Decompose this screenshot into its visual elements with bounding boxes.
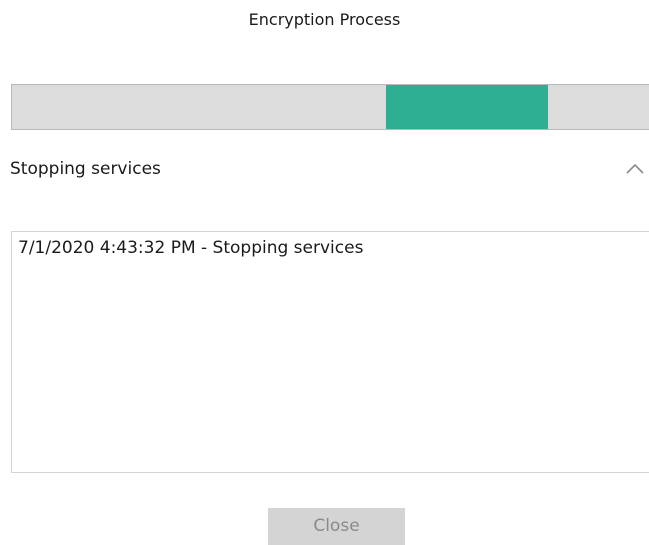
log-textbox[interactable]: 7/1/2020 4:43:32 PM - Stopping services <box>11 231 649 473</box>
status-label: Stopping services <box>10 159 161 179</box>
progress-bar <box>11 84 649 130</box>
window-title: Encryption Process <box>248 10 401 29</box>
log-line: 7/1/2020 4:43:32 PM - Stopping services <box>18 238 364 258</box>
progress-indicator <box>386 85 548 129</box>
chevron-up-icon[interactable] <box>622 158 648 180</box>
close-button[interactable]: Close <box>268 508 405 545</box>
